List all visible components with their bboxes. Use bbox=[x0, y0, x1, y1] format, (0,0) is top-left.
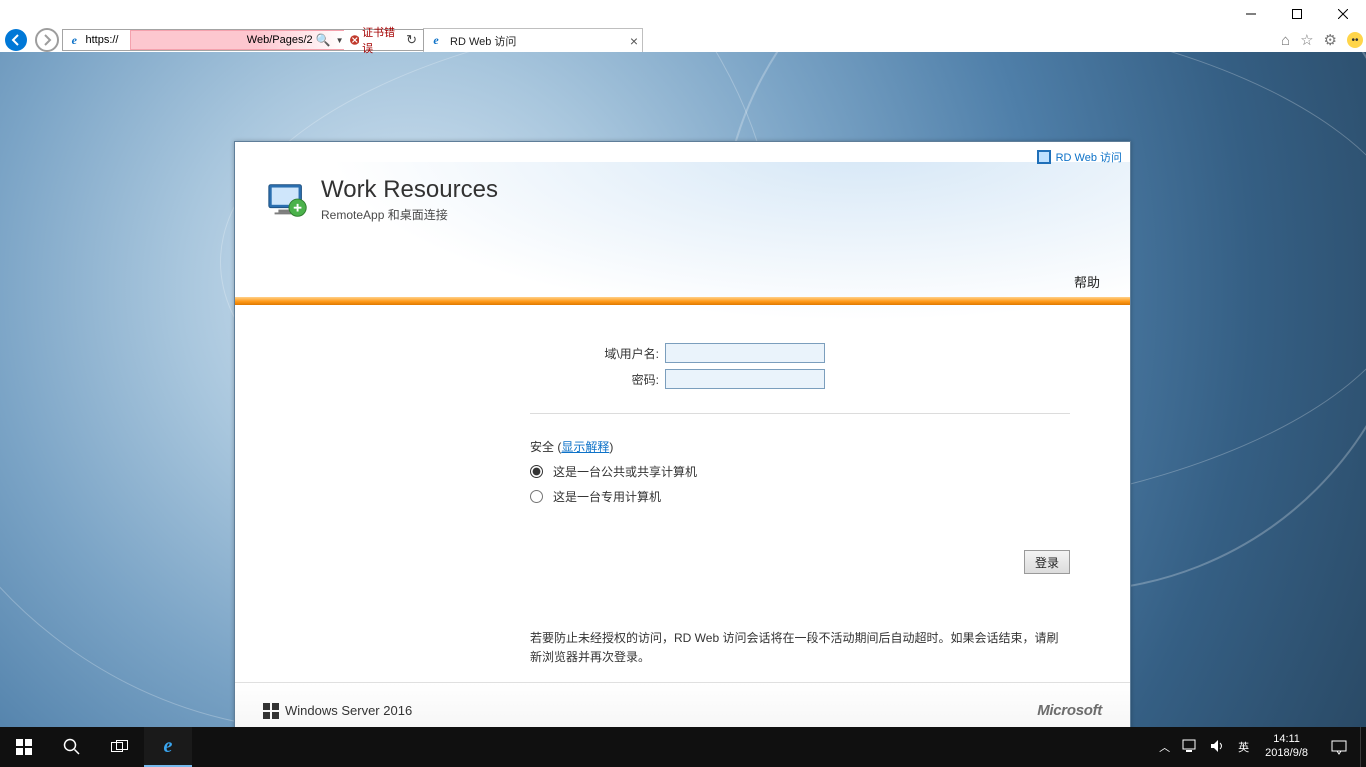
window-minimize-button[interactable] bbox=[1228, 0, 1274, 28]
taskbar-clock[interactable]: 14:11 2018/9/8 bbox=[1255, 733, 1318, 761]
private-computer-label: 这是一台专用计算机 bbox=[553, 488, 661, 505]
clock-time: 14:11 bbox=[1265, 733, 1308, 747]
public-computer-label: 这是一台公共或共享计算机 bbox=[553, 463, 697, 480]
work-resources-icon bbox=[265, 177, 311, 223]
login-button[interactable]: 登录 bbox=[1024, 550, 1070, 574]
brand-title: Work Resources bbox=[321, 176, 498, 204]
taskbar-search-button[interactable] bbox=[48, 727, 96, 767]
username-label: 域\用户名: bbox=[530, 345, 665, 362]
tab-close-icon[interactable]: × bbox=[630, 34, 638, 48]
password-label: 密码: bbox=[530, 371, 665, 388]
taskbar-ie-button[interactable]: e bbox=[144, 727, 192, 767]
ime-indicator[interactable]: 英 bbox=[1238, 739, 1249, 755]
brand-subtitle: RemoteApp 和桌面连接 bbox=[321, 206, 498, 223]
accent-bar bbox=[235, 297, 1130, 305]
taskbar: e ︿ 英 14:11 2018/9/8 bbox=[0, 727, 1366, 767]
show-explanation-link[interactable]: 显示解释 bbox=[561, 440, 609, 454]
start-button[interactable] bbox=[0, 727, 48, 767]
ie-logo-icon: e bbox=[67, 32, 81, 48]
public-computer-option[interactable]: 这是一台公共或共享计算机 bbox=[530, 463, 1070, 480]
address-bar[interactable]: e https://mmmmmmmmmmmmmmWeb/Pages/2 🔍 ▼ … bbox=[62, 29, 424, 51]
tab-title: RD Web 访问 bbox=[450, 33, 624, 49]
nav-back-button[interactable] bbox=[0, 28, 32, 52]
tray-chevron-icon[interactable]: ︿ bbox=[1159, 739, 1170, 755]
window-close-button[interactable] bbox=[1320, 0, 1366, 28]
browser-tab[interactable]: e RD Web 访问 × bbox=[423, 28, 643, 52]
nav-forward-button[interactable] bbox=[32, 28, 62, 52]
action-center-button[interactable] bbox=[1318, 727, 1360, 767]
tools-icon[interactable]: ⚙ bbox=[1324, 31, 1337, 49]
task-view-button[interactable] bbox=[96, 727, 144, 767]
session-timeout-note: 若要防止未经授权的访问，RD Web 访问会话将在一段不活动期间后自动超时。如果… bbox=[530, 629, 1070, 667]
cert-error-icon bbox=[350, 34, 360, 46]
windows-server-label: Windows Server 2016 bbox=[285, 703, 412, 718]
certificate-error-badge[interactable]: 证书错误 bbox=[346, 24, 402, 56]
help-link[interactable]: 帮助 bbox=[1074, 272, 1100, 291]
feedback-smiley-icon[interactable]: •• bbox=[1347, 32, 1363, 48]
public-computer-radio[interactable] bbox=[530, 465, 543, 478]
refresh-icon[interactable]: ↻ bbox=[403, 32, 420, 48]
private-computer-option[interactable]: 这是一台专用计算机 bbox=[530, 488, 1070, 505]
username-input[interactable] bbox=[665, 343, 825, 363]
tray-network-icon[interactable] bbox=[1182, 739, 1198, 756]
window-maximize-button[interactable] bbox=[1274, 0, 1320, 28]
page-background: RD Web 访问 Work Resources RemoteApp 和桌面连接… bbox=[0, 52, 1366, 727]
url-text: https://mmmmmmmmmmmmmmWeb/Pages/2 bbox=[85, 34, 312, 46]
ie-logo-icon: e bbox=[428, 33, 444, 49]
security-label-prefix: 安全 ( bbox=[530, 440, 561, 454]
show-desktop-button[interactable] bbox=[1360, 727, 1366, 767]
private-computer-radio[interactable] bbox=[530, 490, 543, 503]
rd-web-icon bbox=[1037, 150, 1051, 164]
login-panel: RD Web 访问 Work Resources RemoteApp 和桌面连接… bbox=[234, 141, 1131, 727]
search-icon[interactable]: 🔍 bbox=[313, 33, 334, 47]
microsoft-label: Microsoft bbox=[1037, 702, 1102, 719]
security-label-suffix: ) bbox=[609, 440, 613, 454]
password-input[interactable] bbox=[665, 369, 825, 389]
address-dropdown-icon[interactable]: ▼ bbox=[336, 36, 344, 45]
windows-logo-icon bbox=[263, 703, 279, 719]
home-icon[interactable]: ⌂ bbox=[1281, 32, 1290, 49]
favorites-icon[interactable]: ☆ bbox=[1300, 31, 1313, 49]
clock-date: 2018/9/8 bbox=[1265, 747, 1308, 761]
tray-volume-icon[interactable] bbox=[1210, 739, 1226, 756]
panel-corner-label: RD Web 访问 bbox=[1056, 149, 1122, 165]
